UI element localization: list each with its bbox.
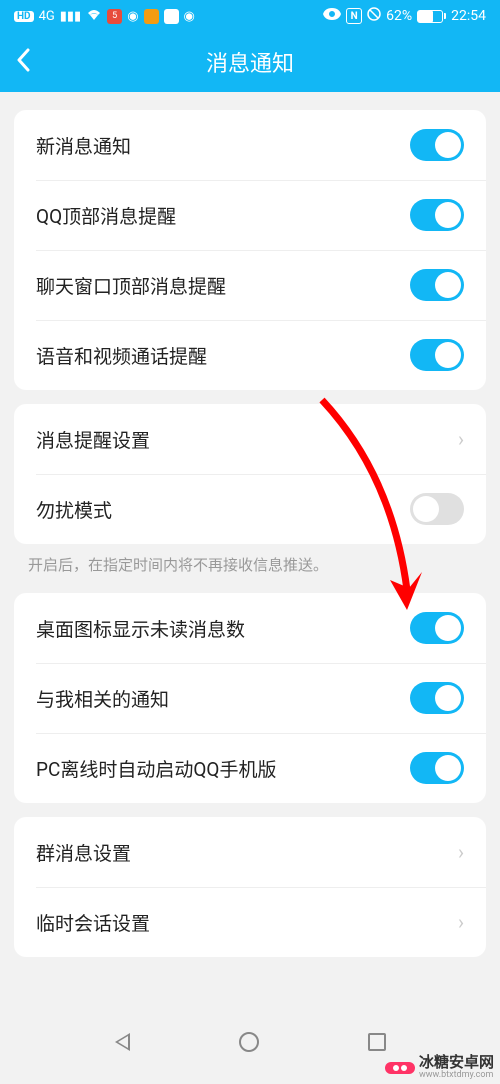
toggle-related-notify[interactable]: [410, 682, 464, 714]
row-voice-video: 语音和视频通话提醒: [14, 320, 486, 390]
wifi-icon: [86, 8, 102, 24]
watermark-badge-icon: [385, 1062, 415, 1074]
status-left: HD 4G ▮▮▮ 5 ◉ ◉: [14, 8, 195, 24]
settings-group-3: 桌面图标显示未读消息数 与我相关的通知 PC离线时自动启动QQ手机版: [14, 593, 486, 803]
no-sound-icon: [367, 7, 381, 25]
row-temp-session[interactable]: 临时会话设置 ›: [14, 887, 486, 957]
chevron-right-icon: ›: [458, 427, 464, 451]
row-desktop-badge: 桌面图标显示未读消息数: [14, 593, 486, 663]
eye-icon: [323, 8, 341, 24]
row-qq-top: QQ顶部消息提醒: [14, 180, 486, 250]
watermark: 冰糖安卓网 www.btxtdmy.com: [385, 1055, 494, 1080]
row-new-message: 新消息通知: [14, 110, 486, 180]
signal-4g-icon: 4G: [39, 9, 55, 24]
settings-group-1: 新消息通知 QQ顶部消息提醒 聊天窗口顶部消息提醒 语音和视频通话提醒: [14, 110, 486, 390]
row-dnd: 勿扰模式: [14, 474, 486, 544]
settings-group-4: 群消息设置 › 临时会话设置 ›: [14, 817, 486, 957]
row-reminder-settings[interactable]: 消息提醒设置 ›: [14, 404, 486, 474]
row-label: 桌面图标显示未读消息数: [36, 615, 245, 642]
toggle-qq-top[interactable]: [410, 199, 464, 231]
row-label: 勿扰模式: [36, 496, 112, 523]
page-title: 消息通知: [206, 46, 294, 78]
battery-percent: 62%: [386, 8, 412, 24]
row-related-notify: 与我相关的通知: [14, 663, 486, 733]
content: 新消息通知 QQ顶部消息提醒 聊天窗口顶部消息提醒 语音和视频通话提醒 消息提醒…: [0, 110, 500, 957]
nav-home-button[interactable]: [239, 1032, 259, 1052]
app-icon-5: ◉: [184, 9, 195, 24]
app-icon-1: 5: [107, 9, 122, 24]
row-chat-top: 聊天窗口顶部消息提醒: [14, 250, 486, 320]
row-label: 群消息设置: [36, 839, 131, 866]
row-label: 语音和视频通话提醒: [36, 342, 207, 369]
row-label: 临时会话设置: [36, 909, 150, 936]
toggle-chat-top[interactable]: [410, 269, 464, 301]
battery-icon: [417, 10, 446, 23]
watermark-brand: 冰糖安卓网: [419, 1055, 494, 1070]
signal-bars-icon: ▮▮▮: [60, 9, 81, 24]
toggle-dnd[interactable]: [410, 493, 464, 525]
toggle-new-message[interactable]: [410, 129, 464, 161]
row-label: 新消息通知: [36, 132, 131, 159]
row-pc-offline: PC离线时自动启动QQ手机版: [14, 733, 486, 803]
dnd-helper-text: 开启后，在指定时间内将不再接收信息推送。: [0, 544, 500, 579]
header: 消息通知: [0, 32, 500, 92]
back-button[interactable]: [16, 46, 30, 79]
watermark-url: www.btxtdmy.com: [419, 1071, 494, 1080]
toggle-voice-video[interactable]: [410, 339, 464, 371]
app-icon-2: ◉: [127, 9, 138, 24]
row-label: QQ顶部消息提醒: [36, 202, 176, 229]
nav-recent-button[interactable]: [368, 1033, 386, 1051]
chevron-right-icon: ›: [458, 840, 464, 864]
toggle-desktop-badge[interactable]: [410, 612, 464, 644]
nfc-icon: N: [346, 8, 362, 24]
row-label: PC离线时自动启动QQ手机版: [36, 755, 277, 782]
nav-back-button[interactable]: [115, 1033, 130, 1051]
app-icon-3: [144, 9, 159, 24]
status-bar: HD 4G ▮▮▮ 5 ◉ ◉ N 62% 22:54: [0, 0, 500, 32]
settings-group-2: 消息提醒设置 › 勿扰模式: [14, 404, 486, 544]
hd-icon: HD: [14, 11, 34, 22]
app-icon-4: [164, 9, 179, 24]
status-right: N 62% 22:54: [323, 7, 486, 25]
row-group-msg[interactable]: 群消息设置 ›: [14, 817, 486, 887]
chevron-right-icon: ›: [458, 910, 464, 934]
row-label: 消息提醒设置: [36, 426, 150, 453]
row-label: 与我相关的通知: [36, 685, 169, 712]
toggle-pc-offline[interactable]: [410, 752, 464, 784]
clock: 22:54: [451, 8, 486, 24]
row-label: 聊天窗口顶部消息提醒: [36, 272, 226, 299]
